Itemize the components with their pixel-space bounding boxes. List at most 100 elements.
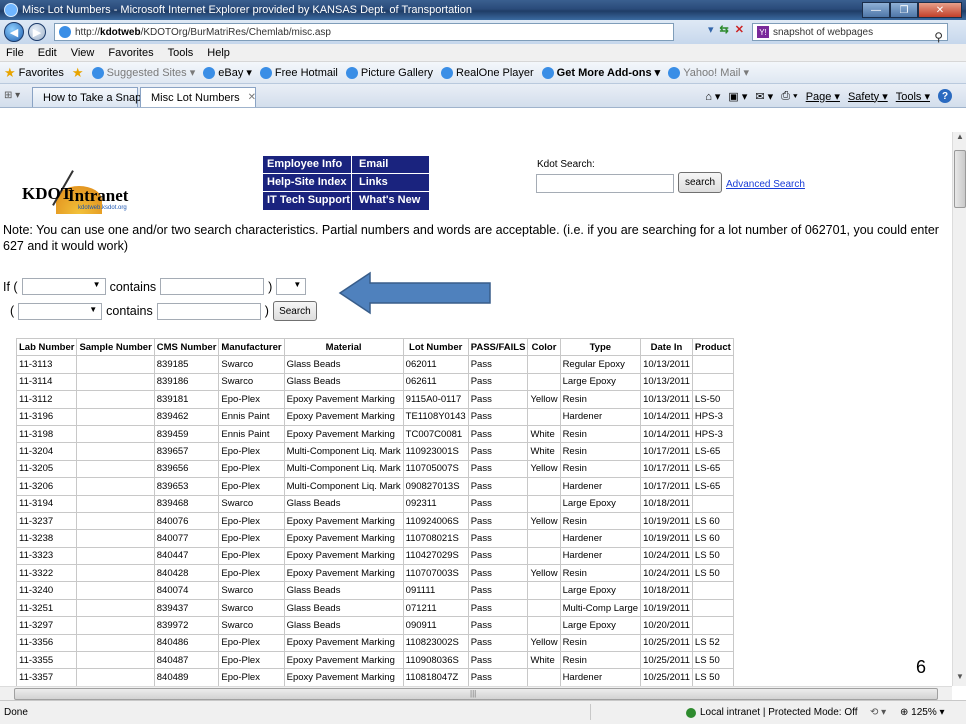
fav-suggested-sites[interactable]: Suggested Sites ▾ (91, 66, 195, 79)
table-cell: Glass Beads (283, 372, 404, 392)
kdot-search-label: Kdot Search: (537, 159, 595, 170)
refresh-icon[interactable]: ⇆ (720, 23, 729, 36)
web-search-input[interactable]: Y! snapshot of webpages ⚲ (752, 23, 948, 44)
tab-how-to-take-a-snap[interactable]: How to Take a Snap... (32, 87, 150, 107)
table-cell: 11-3323 (15, 546, 78, 566)
table-cell: Resin (559, 424, 642, 444)
mail-icon[interactable]: ✉ ▾ (755, 90, 773, 103)
table-cell: 11-3198 (15, 424, 78, 444)
vertical-scroll-thumb[interactable] (954, 150, 966, 208)
close-button[interactable]: ✕ (918, 2, 962, 18)
zoom-level[interactable]: ⊕ 125% ▾ (900, 707, 945, 718)
table-cell: LS 52 (691, 633, 734, 653)
menu-help[interactable]: Help (205, 47, 232, 59)
search-value-input-1[interactable] (160, 278, 265, 295)
horizontal-scrollbar[interactable]: ||| (0, 686, 952, 700)
menu-view[interactable]: View (69, 47, 97, 59)
link-help-site-index[interactable]: Help-Site Index (267, 176, 346, 188)
fav-free-hotmail[interactable]: Free Hotmail (259, 66, 338, 79)
search-value-input-2[interactable] (156, 302, 261, 320)
compatibility-icon[interactable]: ⟲ ▾ (870, 707, 886, 718)
back-button[interactable]: ◀ (4, 22, 24, 42)
quick-tabs-icon[interactable]: ⊞ ▾ (4, 90, 20, 101)
dropdown-arrow-icon[interactable]: ▾ (708, 23, 714, 36)
menu-favorites[interactable]: Favorites (106, 47, 155, 59)
link-whats-new[interactable]: What's New (359, 194, 420, 206)
table-cell (691, 355, 734, 374)
link-email[interactable]: Email (359, 158, 388, 170)
minimize-button[interactable]: — (862, 2, 890, 18)
fav-get-more-addons[interactable]: Get More Add-ons ▾ (541, 66, 660, 79)
kdot-search-input[interactable] (536, 174, 674, 193)
fav-yahoo-mail[interactable]: Yahoo! Mail ▾ (668, 66, 749, 79)
scroll-up-icon[interactable]: ▲ (953, 132, 966, 146)
table-cell: 840074 (153, 581, 220, 600)
table-cell: Pass (467, 390, 529, 409)
fav-realone-player[interactable]: RealOne Player (441, 66, 534, 79)
home-icon[interactable]: ⌂ ▾ (705, 90, 720, 103)
table-cell: Pass (467, 546, 529, 566)
feeds-icon[interactable]: ▣ ▾ (728, 90, 747, 103)
url-field[interactable]: http://kdotweb/KDOTOrg/BurMatriRes/Cheml… (54, 23, 674, 41)
table-cell: Resin (559, 390, 642, 409)
table-cell: Large Epoxy (559, 616, 642, 635)
table-row: 11-3194 839468 Swarco Glass Beads 092311 Pass… (15, 494, 734, 513)
search-icon[interactable]: ⚲ (934, 30, 943, 44)
table-cell: 10/17/2011 (640, 477, 693, 496)
table-cell: 11-3238 (15, 529, 78, 548)
link-links[interactable]: Links (359, 176, 388, 188)
advanced-search-link[interactable]: Advanced Search (726, 179, 805, 190)
menu-edit[interactable]: Edit (36, 47, 59, 59)
table-cell: LS 50 (691, 651, 734, 670)
help-icon[interactable]: ? (938, 89, 952, 103)
table-cell (691, 581, 734, 600)
safety-menu[interactable]: Safety ▾ (848, 90, 888, 103)
security-zone[interactable]: Local intranet | Protected Mode: Off (686, 707, 858, 718)
stop-icon[interactable]: ✕ (735, 23, 744, 36)
field-select-1[interactable]: ▼ (21, 278, 106, 295)
print-icon[interactable]: ⎙ ▾ (781, 90, 797, 103)
tools-menu[interactable]: Tools ▾ (896, 90, 930, 103)
search-button[interactable]: Search (272, 301, 317, 321)
table-cell: 10/17/2011 (640, 459, 693, 479)
table-cell: Ennis Paint (218, 407, 285, 426)
operator-select[interactable]: ▼ (276, 278, 307, 295)
table-cell: Pass (467, 651, 529, 670)
fav-ebay[interactable]: eBay ▾ (203, 66, 252, 79)
page-menu[interactable]: Page ▾ (806, 90, 840, 103)
menu-file[interactable]: File (4, 47, 26, 59)
table-cell (527, 407, 561, 426)
forward-button[interactable]: ▶ (28, 23, 46, 41)
menu-tools[interactable]: Tools (166, 47, 196, 59)
maximize-button[interactable]: ❐ (890, 2, 918, 18)
close-tab-icon[interactable]: ✕ (248, 92, 256, 103)
fav-picture-gallery[interactable]: Picture Gallery (345, 66, 433, 79)
tab-misc-lot-numbers[interactable]: Misc Lot Numbers ✕ (140, 87, 256, 107)
add-favorite-icon[interactable]: ★ (72, 65, 84, 81)
table-cell: 092311 (402, 494, 469, 513)
table-cell: 10/19/2011 (640, 511, 693, 531)
table-cell: Swarco (218, 616, 285, 635)
internet-explorer-icon (4, 3, 18, 17)
table-cell: 10/18/2011 (640, 581, 693, 600)
table-cell: 10/25/2011 (640, 668, 693, 687)
kdot-search-button[interactable]: search (678, 172, 722, 193)
favorites-button[interactable]: ★ Favorites (4, 65, 64, 81)
vertical-scrollbar[interactable]: ▲ ▼ (952, 132, 966, 686)
ebay-icon (203, 66, 216, 79)
table-cell: White (527, 442, 561, 461)
table-cell: Pass (467, 511, 529, 531)
chevron-down-icon: ▼ (89, 304, 98, 314)
field-select-2[interactable]: ▼ (18, 302, 103, 320)
scroll-down-icon[interactable]: ▼ (953, 672, 966, 686)
table-cell: 110708021S (402, 529, 469, 548)
link-employee-info[interactable]: Employee Info (267, 158, 342, 170)
table-cell: Pass (467, 477, 529, 496)
search-note: Note: You can use one and/or two search … (3, 223, 939, 253)
kdot-intranet-logo[interactable]: KDOT Intranet kdotweb.ksdot.org (16, 168, 131, 218)
link-it-tech-support[interactable]: IT Tech Support (267, 194, 350, 206)
table-cell: Pass (467, 424, 529, 444)
table-cell: LS-65 (691, 459, 734, 479)
table-cell: 10/14/2011 (640, 424, 693, 444)
url-prefix: http:// (75, 26, 101, 38)
